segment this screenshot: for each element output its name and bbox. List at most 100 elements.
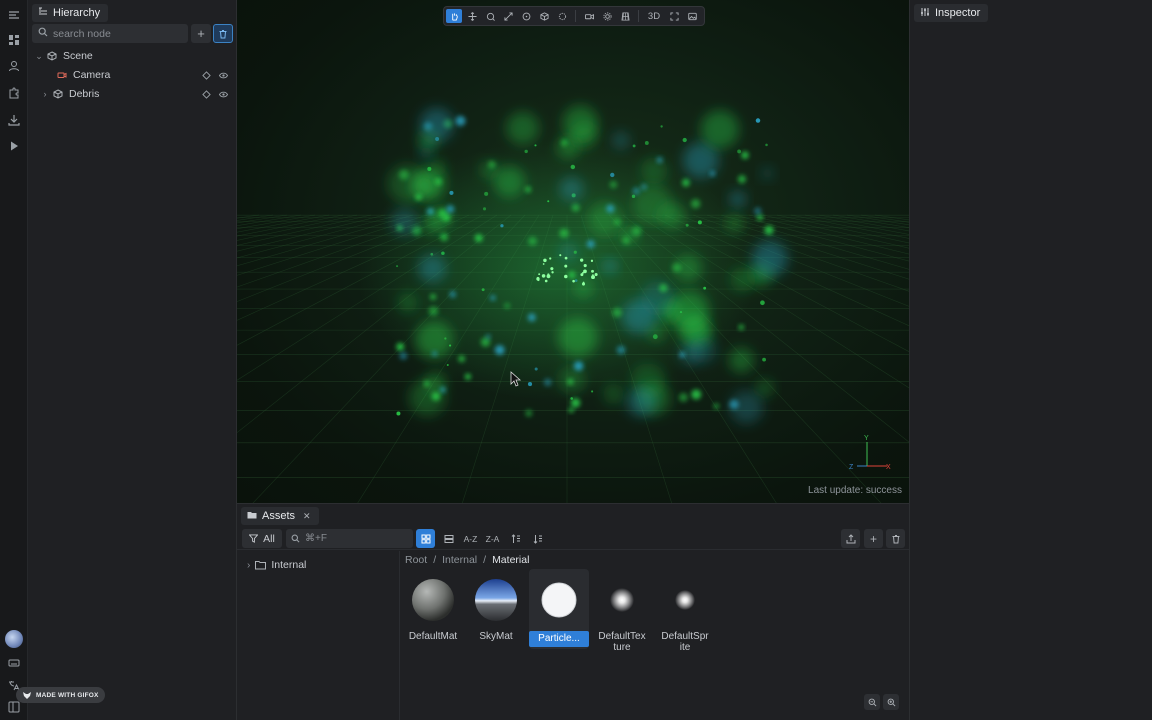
filter-button[interactable]: All	[242, 529, 282, 548]
view-mode-3d-button[interactable]: 3D	[644, 9, 664, 23]
sort-az-button[interactable]: A-Z	[461, 529, 480, 548]
layout-icon[interactable]	[7, 700, 21, 714]
sort-asc-icon[interactable]	[506, 529, 525, 548]
particle	[573, 250, 577, 254]
axis-gizmo[interactable]: Y X Z	[849, 435, 891, 471]
node-label: Camera	[73, 69, 111, 81]
particle	[644, 141, 649, 145]
image-icon[interactable]	[684, 9, 700, 23]
asset-item[interactable]: DefaultMat	[403, 569, 463, 649]
rect-tool-icon[interactable]	[518, 9, 534, 23]
list-icon	[444, 534, 453, 543]
tree-node-debris[interactable]: › Debris	[28, 85, 236, 103]
add-node-button[interactable]: +	[191, 24, 211, 43]
breadcrumb: Root / Internal / Material	[405, 554, 529, 566]
close-icon[interactable]: ✕	[303, 511, 311, 522]
particle	[573, 361, 584, 371]
delete-asset-button[interactable]	[886, 529, 905, 548]
puzzle-icon[interactable]	[7, 86, 21, 100]
tab-assets[interactable]: Assets ✕	[241, 507, 319, 525]
particle	[590, 259, 594, 262]
search-input[interactable]	[305, 533, 405, 544]
maximize-icon[interactable]	[666, 9, 682, 23]
particle	[609, 180, 618, 189]
tab-inspector[interactable]: Inspector	[914, 4, 989, 22]
grid-line	[237, 214, 358, 241]
asset-item[interactable]: DefaultTex ture	[592, 569, 652, 653]
export-button[interactable]	[841, 529, 860, 548]
eye-icon[interactable]	[219, 71, 228, 80]
node-label: Scene	[63, 50, 93, 62]
particle	[679, 392, 688, 402]
camera-view-icon[interactable]	[581, 9, 597, 23]
particle	[455, 115, 466, 126]
delete-node-button[interactable]	[213, 24, 233, 43]
hand-tool-icon[interactable]	[446, 9, 462, 23]
move-tool-icon[interactable]	[464, 9, 480, 23]
chevron-right-icon[interactable]: ›	[247, 560, 250, 571]
grid-line	[804, 214, 909, 235]
fox-logo-icon	[23, 691, 31, 699]
scene-viewport[interactable]: Y X Z 3D Last update: success	[237, 0, 909, 503]
rotate-tool-icon[interactable]	[482, 9, 498, 23]
particle	[541, 274, 546, 278]
asset-item[interactable]: DefaultSpr ite	[655, 569, 715, 653]
particle	[446, 363, 449, 367]
zoom-out-button[interactable]	[864, 694, 880, 710]
scale-tool-icon[interactable]	[500, 9, 516, 23]
play-icon[interactable]	[7, 139, 21, 153]
cube-icon[interactable]	[536, 9, 552, 23]
particle	[622, 299, 657, 334]
zoom-in-button[interactable]	[883, 694, 899, 710]
hierarchy-search[interactable]	[32, 24, 188, 43]
status-text: Last update: success	[808, 485, 902, 496]
tab-hierarchy[interactable]: Hierarchy	[32, 4, 109, 22]
chevron-down-icon[interactable]: ⌄	[34, 51, 44, 62]
add-asset-button[interactable]: +	[864, 529, 883, 548]
particle	[435, 137, 440, 141]
download-icon[interactable]	[7, 113, 21, 127]
target-icon[interactable]	[202, 89, 211, 99]
pivot-icon[interactable]	[554, 9, 570, 23]
assets-search[interactable]	[286, 529, 413, 548]
particle	[670, 291, 710, 331]
tree-node-scene[interactable]: ⌄ Scene	[28, 47, 236, 65]
particle	[537, 278, 540, 282]
breadcrumb-root[interactable]: Root	[405, 554, 427, 566]
scene-canvas[interactable]: Y X Z	[237, 0, 909, 503]
sort-za-button[interactable]: Z-A	[483, 529, 502, 548]
grid-toggle-icon[interactable]	[617, 9, 633, 23]
breadcrumb-internal[interactable]: Internal	[442, 554, 477, 566]
target-icon[interactable]	[202, 70, 211, 80]
sort-desc-icon[interactable]	[528, 529, 547, 548]
avatar[interactable]	[5, 630, 23, 648]
grid-icon	[421, 534, 430, 543]
particle	[737, 149, 741, 154]
eye-icon[interactable]	[219, 90, 228, 99]
asset-item[interactable]: SkyMat	[466, 569, 526, 649]
particle	[614, 218, 621, 226]
user-icon[interactable]	[7, 59, 21, 73]
dashboard-icon[interactable]	[7, 33, 21, 47]
menu-icon[interactable]	[7, 8, 21, 22]
particle	[464, 373, 471, 380]
trash-icon	[892, 534, 899, 543]
keyboard-icon[interactable]	[7, 656, 21, 670]
asset-item-selected[interactable]: Particle...	[529, 569, 589, 649]
list-tree-icon	[38, 7, 48, 20]
particle	[603, 259, 617, 273]
particle	[551, 271, 554, 274]
particle	[419, 146, 433, 160]
particle	[672, 263, 682, 273]
search-input[interactable]	[53, 27, 173, 40]
gear-icon[interactable]	[599, 9, 615, 23]
list-view-button[interactable]	[439, 529, 458, 548]
chevron-right-icon[interactable]: ›	[40, 89, 50, 99]
particle	[543, 258, 547, 263]
particle	[751, 240, 788, 277]
tree-node-camera[interactable]: Camera	[28, 66, 236, 84]
sliders-icon	[920, 7, 930, 20]
folder-item-internal[interactable]: › Internal	[247, 559, 306, 571]
particle	[424, 371, 447, 394]
grid-view-button[interactable]	[416, 529, 435, 548]
